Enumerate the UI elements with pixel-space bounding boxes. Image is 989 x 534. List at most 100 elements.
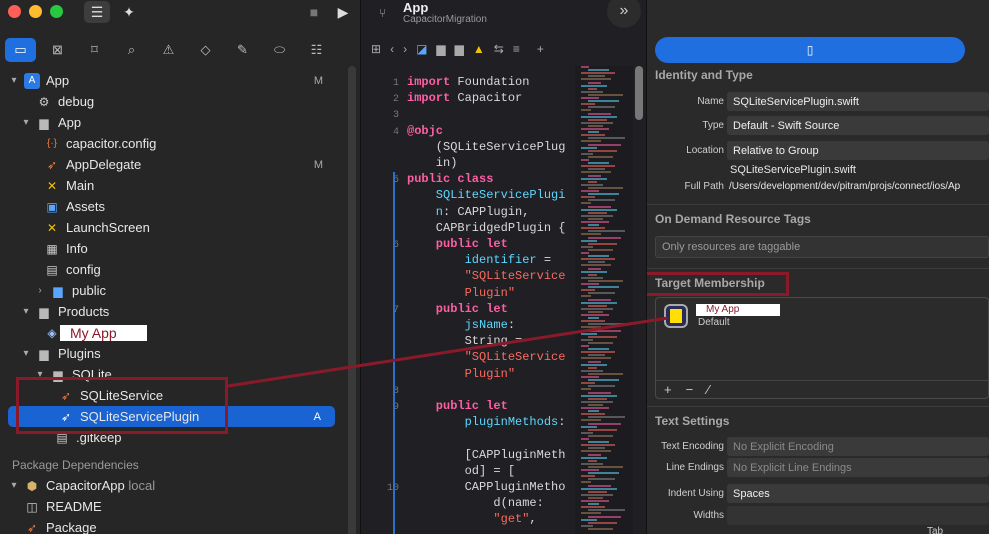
remove-target-button[interactable]: −: [686, 382, 694, 397]
zoom-window-button[interactable]: [50, 5, 63, 18]
chevron-down-icon[interactable]: ▾: [8, 75, 20, 86]
tree-label: App: [46, 73, 70, 88]
minimap-stroke: [581, 134, 605, 137]
report-icon[interactable]: ☷: [301, 38, 332, 62]
tree-row-info[interactable]: ▦ Info: [0, 238, 345, 259]
chevron-down-icon[interactable]: ▾: [8, 480, 20, 491]
tree-row-capacitor-config[interactable]: {·} capacitor.config: [0, 133, 345, 154]
grid-icon[interactable]: ⊞: [371, 42, 381, 56]
scheme-title[interactable]: App: [403, 0, 428, 15]
add-editor-icon[interactable]: +: [537, 42, 544, 56]
list-icon[interactable]: ≡: [513, 42, 520, 56]
navigator-scrollbar[interactable]: [348, 66, 356, 534]
minimap-stroke: [588, 397, 607, 400]
tree-row-my-app[interactable]: ◈ My App: [0, 322, 345, 343]
source-control-icon[interactable]: ⊠: [42, 38, 73, 62]
tree-label: LaunchScreen: [66, 220, 150, 235]
swap-icon[interactable]: ⇆: [494, 42, 504, 56]
warning-icon[interactable]: ▲: [473, 42, 485, 56]
ai-sparkle-icon[interactable]: ✦: [118, 1, 140, 23]
minimap-stroke: [581, 202, 591, 205]
run-icon[interactable]: ▶: [333, 1, 353, 23]
folder-icon[interactable]: ▆: [455, 42, 464, 56]
chevron-down-icon[interactable]: ▾: [20, 306, 32, 317]
app-project-icon[interactable]: ◪: [416, 42, 427, 56]
status-badge: M: [313, 74, 323, 87]
odr-tags-field[interactable]: Only resources are taggable: [655, 236, 989, 258]
line-endings-select[interactable]: No Explicit Line Endings: [727, 458, 989, 477]
minimap-stroke: [581, 276, 603, 279]
encoding-label: Text Encoding: [661, 441, 724, 452]
widths-field[interactable]: [727, 506, 989, 525]
tree-row-app-folder[interactable]: ▾ ▆ App: [0, 112, 345, 133]
highlight-annotation-box: [16, 377, 228, 434]
minimap-stroke: [581, 456, 607, 459]
type-select[interactable]: Default - Swift Source: [727, 116, 989, 135]
warning-icon[interactable]: ⚠: [153, 38, 184, 62]
tree-row-assets[interactable]: ▣ Assets: [0, 196, 345, 217]
tree-row-config[interactable]: ▤ config: [0, 259, 345, 280]
tree-row-main[interactable]: ✕ Main: [0, 175, 345, 196]
tree-row-capacitorapp[interactable]: ▾ ⬢ CapacitorApp local: [0, 475, 345, 496]
line-number: 1: [392, 78, 399, 89]
tree-row-package[interactable]: ➶ Package: [0, 517, 345, 534]
bookmark-icon[interactable]: ⌑: [79, 38, 110, 62]
minimize-window-button[interactable]: [29, 5, 42, 18]
minimap-stroke: [588, 242, 617, 245]
type-label: Type: [702, 120, 724, 131]
minimap-stroke: [581, 245, 593, 248]
overflow-chevrons-icon[interactable]: »: [607, 0, 641, 28]
tree-row-products[interactable]: ▾ ▆ Products: [0, 301, 345, 322]
chevron-down-icon[interactable]: ▾: [20, 117, 32, 128]
file-inspector-tab[interactable]: ▯: [655, 37, 965, 63]
test-icon[interactable]: ◇: [190, 38, 221, 62]
search-icon[interactable]: ⌕: [116, 38, 147, 62]
forward-icon[interactable]: ›: [403, 42, 407, 56]
minimap-stroke: [581, 171, 611, 174]
minimap-stroke: [581, 196, 595, 199]
minimap-stroke: [588, 323, 625, 326]
minimap-stroke: [588, 503, 599, 506]
location-select[interactable]: Relative to Group: [727, 141, 989, 160]
sidebar-toggle-icon[interactable]: ☰: [84, 1, 110, 23]
tree-row-readme[interactable]: ◫ README: [0, 496, 345, 517]
tree-label: Products: [58, 304, 110, 319]
tree-row-debug[interactable]: ⚙ debug: [0, 91, 345, 112]
code-line: CAPPluginMetho: [407, 480, 566, 494]
minimap-stroke: [581, 345, 589, 347]
back-icon[interactable]: ‹: [390, 42, 394, 56]
minimap[interactable]: [575, 66, 633, 534]
minimap-stroke: [588, 490, 607, 493]
edit-target-button[interactable]: ⁄: [707, 382, 709, 397]
tree-row-appdelegate[interactable]: ➶ AppDelegate M: [0, 154, 345, 175]
minimap-stroke: [588, 509, 625, 512]
add-target-button[interactable]: +: [664, 382, 672, 397]
code-line: n: CAPPlugin,: [407, 204, 530, 219]
breakpoint-icon[interactable]: ⬭: [264, 38, 295, 62]
chevron-right-icon[interactable]: ›: [34, 285, 46, 296]
minimap-stroke: [581, 326, 601, 329]
tree-row-plugins[interactable]: ▾ ▆ Plugins: [0, 343, 345, 364]
tree-row-app-project[interactable]: ▾ A App M: [0, 70, 345, 91]
debug-icon[interactable]: ✎: [227, 38, 258, 62]
minimap-stroke: [581, 431, 593, 434]
indent-select[interactable]: Spaces: [727, 484, 989, 503]
minimap-stroke: [588, 279, 623, 282]
close-window-button[interactable]: [8, 5, 21, 18]
minimap-stroke: [588, 515, 621, 518]
folder-icon[interactable]: ▭: [5, 38, 36, 62]
text-settings-header: Text Settings: [655, 414, 730, 428]
name-field[interactable]: SQLiteServicePlugin.swift: [727, 92, 989, 111]
tree-row-public[interactable]: › ▆ public: [0, 280, 345, 301]
stop-icon[interactable]: ■: [304, 1, 324, 23]
chevron-down-icon[interactable]: ▾: [20, 348, 32, 359]
folder-icon[interactable]: ▆: [436, 42, 445, 56]
editor-scrollbar[interactable]: [635, 66, 643, 120]
tree-row-launchscreen[interactable]: ✕ LaunchScreen: [0, 217, 345, 238]
encoding-select[interactable]: No Explicit Encoding: [727, 437, 989, 456]
minimap-stroke: [581, 289, 595, 292]
target-checkbox[interactable]: [670, 309, 682, 323]
minimap-stroke: [581, 444, 615, 447]
minimap-stroke: [588, 428, 617, 431]
minimap-stroke: [588, 199, 615, 202]
